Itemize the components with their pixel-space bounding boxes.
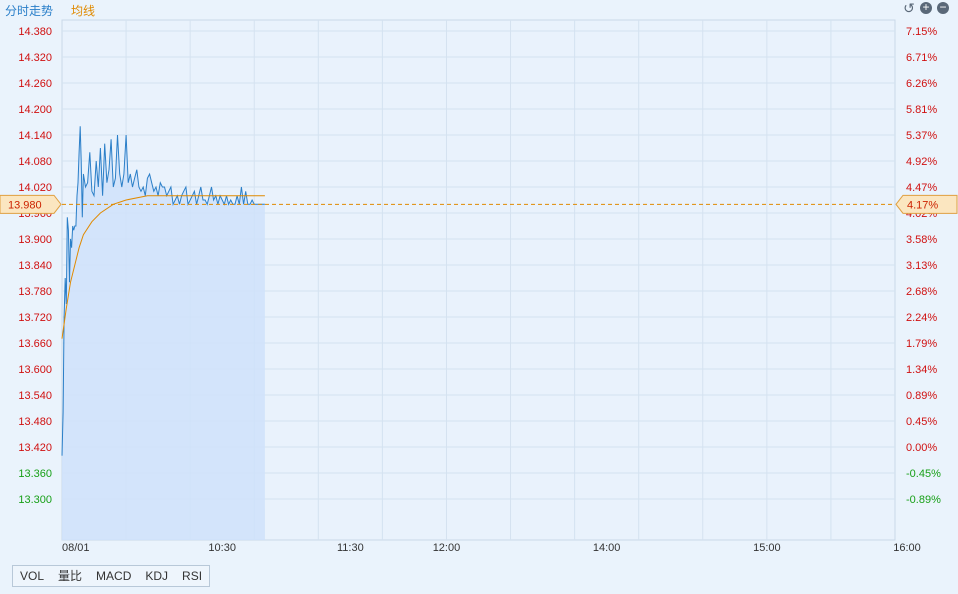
time-tick-label: 16:00	[893, 542, 921, 554]
current-price-tag: 13.980	[0, 194, 62, 214]
percent-tick-label: 1.79%	[906, 338, 937, 350]
percent-tick-label: -0.45%	[906, 468, 941, 480]
percent-tick-label: 2.24%	[906, 312, 937, 324]
percent-tick-label: 5.37%	[906, 130, 937, 142]
intraday-chart: 14.380 14.320 14.260 14.200 14.140 14.080 14.0…	[0, 19, 958, 554]
percent-tick-label: 0.89%	[906, 390, 937, 402]
current-pct-tag: 4.17%	[895, 194, 958, 214]
price-tick-label: 14.260	[18, 78, 52, 90]
percent-tick-label: 0.45%	[906, 416, 937, 428]
price-tick-label: 13.480	[18, 416, 52, 428]
indicator-tabs: VOL 量比 MACD KDJ RSI	[12, 565, 211, 587]
current-price-label: 13.980	[8, 199, 42, 211]
percent-tick-label: 0.00%	[906, 442, 937, 454]
time-tick-label: 11:30	[337, 542, 364, 554]
price-tick-label: 13.360	[18, 468, 52, 480]
price-axis: 14.380 14.320 14.260 14.200 14.140 14.080 14.0…	[18, 26, 52, 506]
tab-average-line[interactable]: 均线	[71, 2, 95, 19]
percent-tick-label: -0.89%	[906, 494, 941, 506]
percent-tick-label: 6.71%	[906, 52, 937, 64]
percent-tick-label: 4.47%	[906, 182, 937, 194]
zoom-in-icon[interactable]: +	[920, 1, 932, 14]
price-tick-label: 13.540	[18, 390, 52, 402]
price-tick-label: 13.600	[18, 364, 52, 376]
current-pct-label: 4.17%	[907, 199, 938, 211]
zoom-out-icon[interactable]: −	[937, 1, 949, 14]
price-tick-label: 14.320	[18, 52, 52, 64]
percent-tick-label: 2.68%	[906, 286, 937, 298]
price-tick-label: 13.780	[18, 286, 52, 298]
percent-tick-label: 7.15%	[906, 26, 937, 38]
price-tick-label: 13.300	[18, 494, 52, 506]
tab-macd[interactable]: MACD	[89, 566, 138, 586]
tab-volume-ratio[interactable]: 量比	[51, 566, 89, 586]
price-tick-label: 14.020	[18, 182, 52, 194]
price-tick-label: 14.140	[18, 130, 52, 142]
percent-tick-label: 3.58%	[906, 234, 937, 246]
price-tick-label: 13.660	[18, 338, 52, 350]
tab-vol[interactable]: VOL	[13, 566, 51, 586]
percent-tick-label: 3.13%	[906, 260, 937, 272]
tab-intraday[interactable]: 分时走势	[5, 2, 53, 19]
price-tick-label: 14.200	[18, 104, 52, 116]
tab-rsi[interactable]: RSI	[175, 566, 209, 586]
time-axis: 08/01 10:30 11:30 12:00 14:00 15:00 16:00	[62, 542, 921, 554]
time-tick-label: 12:00	[433, 542, 461, 554]
reset-icon[interactable]: ↺	[903, 1, 915, 15]
percent-tick-label: 4.92%	[906, 156, 937, 168]
time-tick-label: 14:00	[593, 542, 621, 554]
percent-tick-label: 1.34%	[906, 364, 937, 376]
percent-axis: 7.15%6.71%6.26%5.81%5.37%4.92%4.47%4.02%…	[906, 26, 941, 506]
tab-kdj[interactable]: KDJ	[138, 566, 175, 586]
time-tick-label: 08/01	[62, 542, 90, 554]
percent-tick-label: 6.26%	[906, 78, 937, 90]
percent-tick-label: 5.81%	[906, 104, 937, 116]
price-tick-label: 13.420	[18, 442, 52, 454]
price-tick-label: 13.840	[18, 260, 52, 272]
time-tick-label: 15:00	[753, 542, 781, 554]
price-tick-label: 14.380	[18, 26, 52, 38]
price-tick-label: 13.720	[18, 312, 52, 324]
chart-toolbar: 分时走势 均线 ↺ + −	[0, 0, 958, 18]
time-tick-label: 10:30	[208, 542, 236, 554]
price-tick-label: 14.080	[18, 156, 52, 168]
price-tick-label: 13.900	[18, 234, 52, 246]
